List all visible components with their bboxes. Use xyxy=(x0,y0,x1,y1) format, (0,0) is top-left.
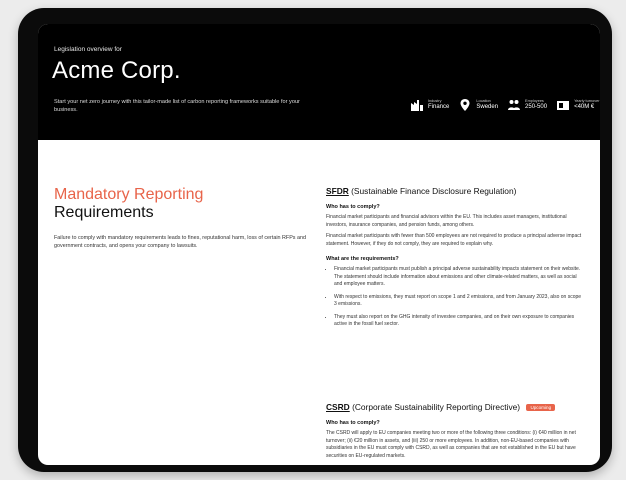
list-item: They must also report on the GHG intensi… xyxy=(334,314,584,329)
section-intro: Mandatory Reporting Requirements Failure… xyxy=(54,186,306,250)
app-screen: Legislation overview for Acme Corp. Star… xyxy=(38,24,600,465)
fact-location: Location Sweden xyxy=(458,98,498,112)
header-banner: Legislation overview for Acme Corp. Star… xyxy=(38,24,600,140)
industry-icon xyxy=(411,100,423,111)
header-subtitle: Start your net zero journey with this ta… xyxy=(54,99,300,114)
list-item: With respect to emissions, they must rep… xyxy=(334,294,584,309)
fact-turnover-value: <40M € xyxy=(574,103,595,110)
section-description: Failure to comply with mandatory require… xyxy=(54,234,306,250)
fact-location-value: Sweden xyxy=(476,103,499,110)
fact-industry: Industry Finance xyxy=(410,98,449,112)
people-icon xyxy=(508,100,521,110)
sfdr-title: SFDR (Sustainable Finance Disclosure Reg… xyxy=(326,186,584,196)
csrd-fullname: (Corporate Sustainability Reporting Dire… xyxy=(352,402,521,412)
company-facts: Industry Finance Location Sweden Employe… xyxy=(410,98,599,112)
sfdr-who-paragraph-2: Financial market participants with fewer… xyxy=(326,233,582,247)
sfdr-who-paragraph-1: Financial market participants and financ… xyxy=(326,214,567,228)
status-badge: Upcoming xyxy=(526,404,556,412)
list-item: Financial market participants must publi… xyxy=(334,266,584,289)
csrd-who-paragraph-1: The CSRD will apply to EU companies meet… xyxy=(326,430,576,459)
turnover-icon xyxy=(557,101,570,110)
section-title: Requirements xyxy=(54,203,154,221)
fact-industry-value: Finance xyxy=(428,103,450,110)
sfdr-card: SFDR (Sustainable Finance Disclosure Reg… xyxy=(326,186,584,334)
fact-employees: Employees 250-500 xyxy=(507,98,547,112)
sfdr-fullname: (Sustainable Finance Disclosure Regulati… xyxy=(351,186,517,196)
location-pin-icon xyxy=(460,99,470,111)
sfdr-link[interactable]: SFDR xyxy=(326,186,349,196)
fact-employees-label: Employees xyxy=(525,99,544,104)
section-title-accent: Mandatory Reporting xyxy=(54,186,204,203)
fact-turnover-label: Yearly turnover xyxy=(574,99,600,104)
header-eyebrow: Legislation overview for xyxy=(54,46,122,53)
sfdr-requirements-heading: What are the requirements? xyxy=(326,256,399,262)
sfdr-requirements-list: Financial market participants must publi… xyxy=(326,266,584,329)
csrd-card: CSRD (Corporate Sustainability Reporting… xyxy=(326,402,588,460)
csrd-title: CSRD (Corporate Sustainability Reporting… xyxy=(326,402,588,412)
fact-turnover: Yearly turnover <40M € xyxy=(556,98,599,112)
sfdr-who-heading: Who has to comply? xyxy=(326,204,380,210)
csrd-link[interactable]: CSRD xyxy=(326,402,350,412)
csrd-who-heading: Who has to comply? xyxy=(326,420,380,426)
company-name: Acme Corp. xyxy=(52,57,181,84)
fact-employees-value: 250-500 xyxy=(525,103,548,110)
